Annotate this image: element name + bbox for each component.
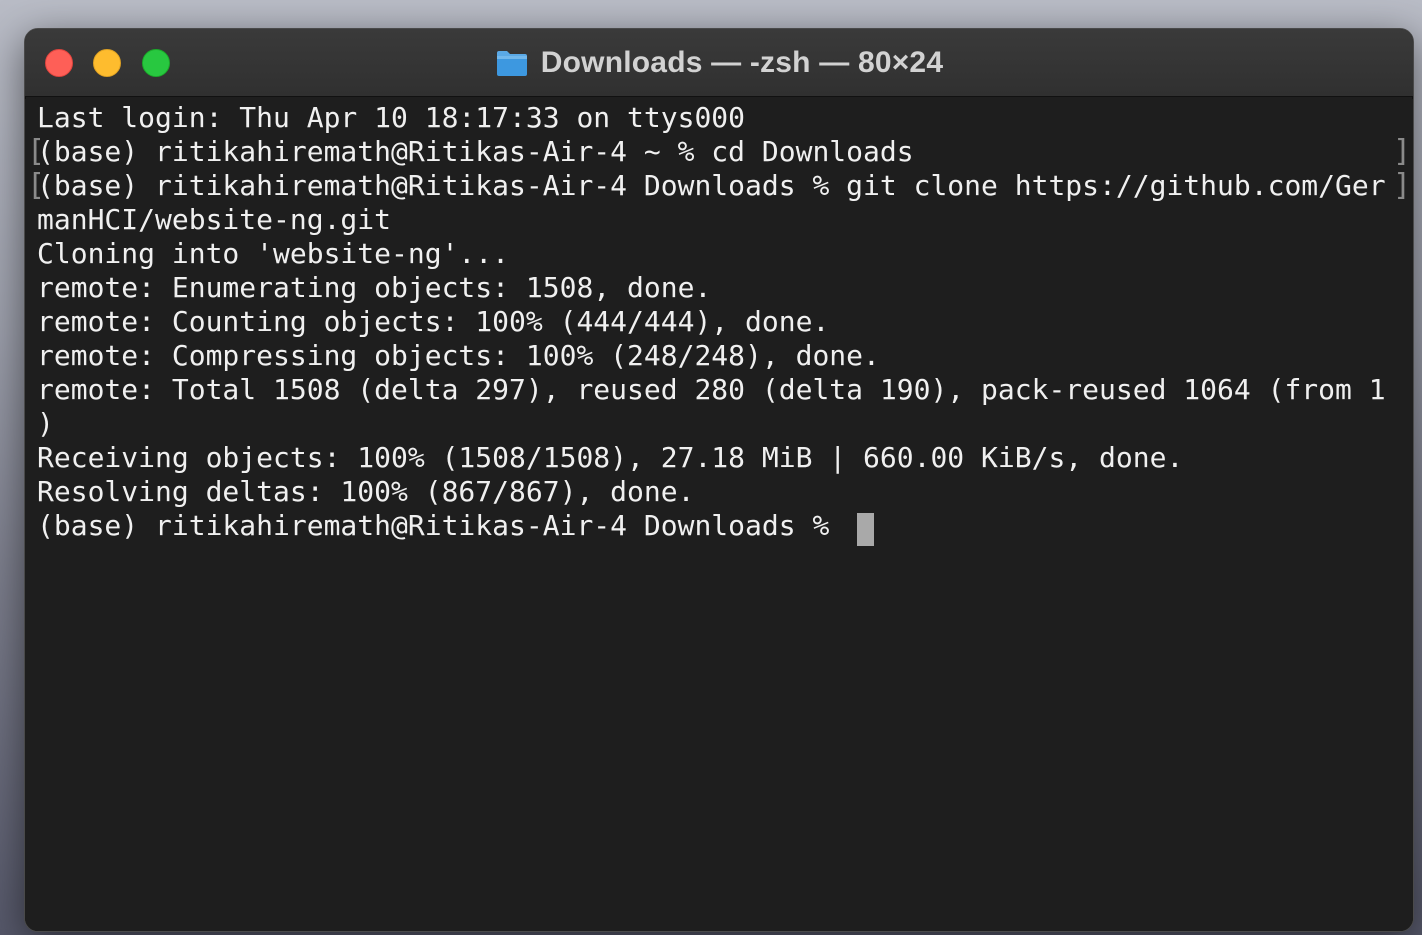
terminal-line: Cloning into 'website-ng'...	[37, 237, 510, 270]
mark-bracket-right: ]	[1392, 168, 1411, 203]
terminal-line: Receiving objects: 100% (1508/1508), 27.…	[37, 441, 1184, 474]
text-cursor	[857, 513, 874, 546]
terminal-output[interactable]: Last login: Thu Apr 10 18:17:33 on ttys0…	[25, 99, 1413, 931]
terminal-line: manHCI/website-ng.git	[37, 203, 392, 236]
terminal-line: (base) ritikahiremath@Ritikas-Air-4 ~ % …	[37, 135, 914, 168]
terminal-prompt-line: (base) ritikahiremath@Ritikas-Air-4 Down…	[37, 509, 847, 542]
mark-bracket-right: ]	[1392, 134, 1411, 169]
window-title: Downloads — -zsh — 80×24	[540, 46, 944, 79]
terminal-line: )	[37, 407, 54, 440]
terminal-line: remote: Compressing objects: 100% (248/2…	[37, 339, 880, 372]
window-title-group: Downloads — -zsh — 80×24	[25, 29, 1413, 97]
terminal-line: remote: Enumerating objects: 1508, done.	[37, 271, 712, 304]
folder-icon	[496, 51, 527, 76]
terminal-line: remote: Total 1508 (delta 297), reused 2…	[37, 373, 1386, 406]
terminal-line: Last login: Thu Apr 10 18:17:33 on ttys0…	[37, 101, 746, 134]
terminal-window[interactable]: Downloads — -zsh — 80×24 Last login: Thu…	[24, 28, 1414, 932]
title-bar[interactable]: Downloads — -zsh — 80×24	[25, 29, 1413, 97]
terminal-line: (base) ritikahiremath@Ritikas-Air-4 Down…	[37, 169, 1386, 202]
terminal-line: remote: Counting objects: 100% (444/444)…	[37, 305, 830, 338]
terminal-line: Resolving deltas: 100% (867/867), done.	[37, 475, 695, 508]
